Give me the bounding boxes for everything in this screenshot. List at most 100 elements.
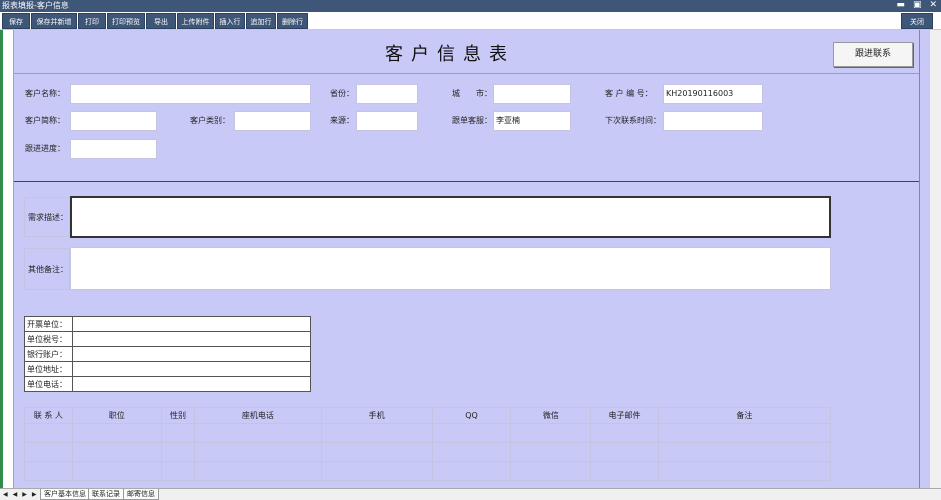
invoice-row: 单位税号： bbox=[24, 331, 311, 347]
contacts-cell[interactable] bbox=[510, 423, 592, 443]
invoice-row: 银行账户： bbox=[24, 346, 311, 362]
contacts-cell[interactable] bbox=[510, 461, 592, 481]
tab-customer-basic-info[interactable]: 客户基本信息 bbox=[40, 489, 90, 500]
contacts-cell[interactable] bbox=[160, 461, 196, 481]
contacts-column-header: 性别 bbox=[160, 407, 196, 424]
demand-description-input[interactable] bbox=[70, 196, 831, 238]
contacts-cell[interactable] bbox=[320, 442, 433, 462]
source-field[interactable] bbox=[356, 111, 418, 131]
invoice-row-value[interactable] bbox=[72, 361, 311, 377]
contacts-cell[interactable] bbox=[24, 461, 73, 481]
province-field[interactable] bbox=[356, 84, 418, 104]
invoice-row: 单位电话： bbox=[24, 376, 311, 392]
prev-tab-icon[interactable]: ◀ bbox=[13, 490, 18, 500]
sheet-tab-bar: ◀ ◀ ▶ ▶ 客户基本信息 联系记录 邮寄信息 bbox=[0, 488, 941, 500]
next-tab-icon[interactable]: ▶ bbox=[22, 490, 27, 500]
contacts-cell[interactable] bbox=[431, 442, 512, 462]
contacts-cell[interactable] bbox=[657, 461, 832, 481]
contacts-cell[interactable] bbox=[657, 442, 832, 462]
window-controls: ▬ ▣ ✕ bbox=[896, 0, 937, 12]
tab-navigation: ◀ ◀ ▶ ▶ bbox=[3, 490, 37, 500]
invoice-row-value[interactable] bbox=[72, 331, 311, 347]
contacts-cell[interactable] bbox=[590, 461, 659, 481]
contacts-column-header: 联 系 人 bbox=[24, 407, 73, 424]
invoice-row-label: 单位电话： bbox=[24, 376, 73, 392]
minimize-icon[interactable]: ▬ bbox=[896, 0, 905, 12]
delete-row-button[interactable]: 删除行 bbox=[277, 13, 308, 29]
contacts-cell[interactable] bbox=[510, 442, 592, 462]
contacts-column-header: 备注 bbox=[657, 407, 832, 424]
contacts-column-header: 职位 bbox=[71, 407, 162, 424]
vertical-scrollbar[interactable] bbox=[929, 30, 941, 500]
contacts-cell[interactable] bbox=[320, 461, 433, 481]
contacts-cell[interactable] bbox=[194, 423, 322, 443]
close-icon[interactable]: ✕ bbox=[929, 0, 937, 12]
save-button[interactable]: 保存 bbox=[2, 13, 30, 29]
contacts-cell[interactable] bbox=[160, 423, 196, 443]
table-row bbox=[24, 442, 832, 462]
contacts-column-header: 手机 bbox=[320, 407, 433, 424]
service-staff-field[interactable]: 李亚楠 bbox=[493, 111, 571, 131]
tab-mailing-info[interactable]: 邮寄信息 bbox=[123, 489, 159, 500]
append-row-button[interactable]: 追加行 bbox=[246, 13, 276, 29]
contacts-table: 联 系 人职位 性别 座机电话 手机 QQ 微信 电子邮件 备注 bbox=[24, 407, 832, 481]
insert-row-button[interactable]: 插入行 bbox=[215, 13, 245, 29]
demand-description-label: 需求描述： bbox=[24, 197, 70, 237]
invoice-row-value[interactable] bbox=[72, 376, 311, 392]
customer-name-label: 客户名称： bbox=[22, 84, 70, 104]
window-title-bar: 报表填报-客户信息 bbox=[0, 0, 941, 12]
invoice-row-label: 银行账户： bbox=[24, 346, 73, 362]
source-label: 来源： bbox=[327, 111, 357, 131]
invoice-row-label: 单位地址： bbox=[24, 361, 73, 377]
save-and-new-button[interactable]: 保存并新增 bbox=[31, 13, 77, 29]
invoice-row-label: 开票单位： bbox=[24, 316, 73, 332]
contacts-cell[interactable] bbox=[71, 423, 162, 443]
contacts-cell[interactable] bbox=[590, 442, 659, 462]
contacts-cell[interactable] bbox=[431, 423, 512, 443]
first-tab-icon[interactable]: ◀ bbox=[3, 490, 8, 500]
invoice-row: 开票单位： bbox=[24, 316, 311, 332]
other-remarks-label: 其他备注： bbox=[24, 248, 70, 290]
customer-category-field[interactable] bbox=[234, 111, 311, 131]
contacts-cell[interactable] bbox=[24, 442, 73, 462]
section-divider bbox=[14, 181, 919, 182]
print-button[interactable]: 打印 bbox=[78, 13, 106, 29]
contacts-cell[interactable] bbox=[71, 461, 162, 481]
contacts-cell[interactable] bbox=[320, 423, 433, 443]
export-button[interactable]: 导出 bbox=[146, 13, 176, 29]
contacts-cell[interactable] bbox=[657, 423, 832, 443]
customer-category-label: 客户类别： bbox=[187, 111, 235, 131]
print-preview-button[interactable]: 打印预览 bbox=[107, 13, 145, 29]
city-field[interactable] bbox=[493, 84, 571, 104]
follow-progress-field[interactable] bbox=[70, 139, 157, 159]
customer-name-field[interactable] bbox=[70, 84, 311, 104]
next-contact-time-field[interactable] bbox=[663, 111, 763, 131]
province-label: 省份： bbox=[327, 84, 357, 104]
contacts-cell[interactable] bbox=[160, 442, 196, 462]
contacts-cell[interactable] bbox=[194, 461, 322, 481]
close-form-button[interactable]: 关闭 bbox=[901, 13, 933, 29]
service-staff-label: 跟单客服： bbox=[449, 111, 494, 131]
contacts-column-header: QQ bbox=[431, 407, 512, 424]
upload-attachment-button[interactable]: 上传附件 bbox=[177, 13, 214, 29]
last-tab-icon[interactable]: ▶ bbox=[32, 490, 37, 500]
sheet-left-margin bbox=[0, 30, 14, 488]
customer-number-field[interactable]: KH20190116003 bbox=[663, 84, 763, 104]
toolbar: 保存 保存并新增 打印 打印预览 导出 上传附件 插入行 追加行 删除行 关闭 bbox=[0, 12, 941, 30]
contacts-cell[interactable] bbox=[71, 442, 162, 462]
tab-contact-records[interactable]: 联系记录 bbox=[88, 489, 124, 500]
customer-short-name-field[interactable] bbox=[70, 111, 157, 131]
contacts-cell[interactable] bbox=[590, 423, 659, 443]
follow-up-button[interactable]: 跟进联系 bbox=[833, 42, 913, 67]
other-remarks-input[interactable] bbox=[70, 247, 831, 290]
contacts-cell[interactable] bbox=[24, 423, 73, 443]
invoice-row-value[interactable] bbox=[72, 346, 311, 362]
page-title: 客户信息表 bbox=[385, 44, 515, 65]
restore-icon[interactable]: ▣ bbox=[913, 0, 922, 12]
table-row bbox=[24, 461, 832, 481]
contacts-column-header: 座机电话 bbox=[194, 407, 322, 424]
contacts-cell[interactable] bbox=[431, 461, 512, 481]
next-contact-time-label: 下次联系时间： bbox=[602, 111, 664, 131]
invoice-row-value[interactable] bbox=[72, 316, 311, 332]
contacts-cell[interactable] bbox=[194, 442, 322, 462]
